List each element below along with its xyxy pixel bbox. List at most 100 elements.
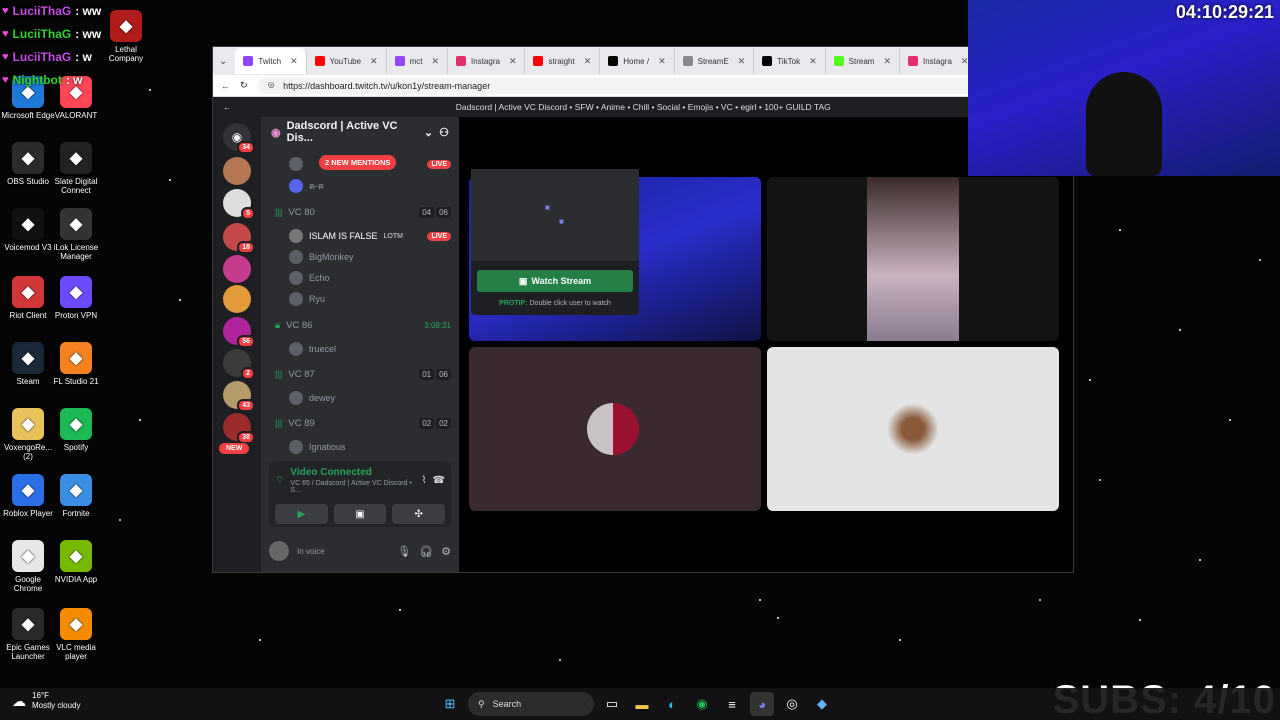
user-avatar[interactable] <box>269 541 289 561</box>
noise-suppression-icon[interactable]: ⌇ <box>422 475 427 486</box>
spotify-icon[interactable]: ◉ <box>690 692 714 716</box>
settings-gear-icon[interactable]: ⚙ <box>441 545 451 558</box>
chevron-down-icon[interactable]: ⌄ <box>424 126 433 139</box>
webcam-overlay: 04:10:29:21 <box>968 0 1280 176</box>
close-tab-icon[interactable]: ✕ <box>658 56 666 67</box>
microphone-icon[interactable]: 🎙︎ <box>397 545 411 558</box>
voice-channel-vc86[interactable]: 🔒︎ VC 86 3:08:31 <box>275 320 451 331</box>
signal-icon[interactable]: ⌔ <box>275 474 284 487</box>
avatar <box>289 250 303 264</box>
channel-name: VC 80 <box>288 207 315 218</box>
search-box[interactable]: ⚲ Search <box>468 692 594 716</box>
new-badge[interactable]: NEW <box>219 443 250 454</box>
member-row[interactable]: ISLAM IS FALSE LOTM LIVE <box>289 229 451 243</box>
close-tab-icon[interactable]: ✕ <box>509 56 517 67</box>
member-row[interactable]: Ryu <box>289 292 451 306</box>
chat-username: LuciiThaG <box>12 27 72 41</box>
close-tab-icon[interactable]: ✕ <box>738 56 746 67</box>
member-row[interactable]: ค-ค <box>289 179 451 193</box>
browser-tab[interactable]: mct ✕ <box>387 48 449 74</box>
video-tile[interactable] <box>767 347 1059 511</box>
screen-share-button[interactable]: ▣ <box>333 504 387 524</box>
app-icon[interactable]: ◆ <box>810 692 834 716</box>
desktop-shortcut[interactable]: ◆ Lethal Company <box>98 10 154 63</box>
back-icon[interactable]: ← <box>221 81 230 91</box>
browser-tab[interactable]: straight ✕ <box>525 48 601 74</box>
tab-list-chevron-icon[interactable]: ⌄ <box>219 56 235 67</box>
obs-icon[interactable]: ◎ <box>780 692 804 716</box>
browser-tab[interactable]: Twitch ✕ <box>235 48 307 74</box>
reload-icon[interactable]: ↻ <box>240 80 248 91</box>
video-tile[interactable] <box>767 177 1059 341</box>
server-icon[interactable] <box>223 285 251 313</box>
close-tab-icon[interactable]: ✕ <box>370 56 378 67</box>
desktop-shortcut[interactable]: ◆ FL Studio 21 <box>48 342 104 386</box>
video-tile[interactable] <box>469 347 761 511</box>
desktop-shortcut[interactable]: ◆ VLC media player <box>48 608 104 661</box>
disconnect-icon[interactable]: ☎ <box>433 475 445 486</box>
browser-tab[interactable]: Home / ✕ <box>600 48 675 74</box>
server-icon[interactable]: 43 <box>223 381 255 412</box>
close-tab-icon[interactable]: ✕ <box>809 56 817 67</box>
edge-icon[interactable]: ◐ <box>660 692 684 716</box>
server-icon[interactable]: 38 <box>223 413 255 444</box>
desktop-shortcut[interactable]: ◆ Proton VPN <box>48 276 104 320</box>
start-icon[interactable]: ⊞ <box>438 692 462 716</box>
add-member-icon[interactable]: ⚇ <box>439 126 449 139</box>
close-tab-icon[interactable]: ✕ <box>883 56 891 67</box>
close-tab-icon[interactable]: ✕ <box>431 56 439 67</box>
live-badge[interactable]: LIVE <box>427 231 451 241</box>
voice-channel-vc89[interactable]: ||| VC 89 02 02 <box>275 418 451 429</box>
desktop-shortcut[interactable]: ◆ Spotify <box>48 408 104 452</box>
close-tab-icon[interactable]: ✕ <box>584 56 592 67</box>
unread-badge: 2 <box>241 367 255 380</box>
site-info-icon[interactable]: ⊜ <box>268 80 276 91</box>
server-header[interactable]: ◉ Dadscord | Active VC Dis... ⌄ ⚇ <box>261 117 459 147</box>
member-row[interactable]: dewey <box>289 391 451 405</box>
avatar <box>289 440 303 454</box>
close-tab-icon[interactable]: ✕ <box>290 56 298 67</box>
discord-avatar <box>289 179 303 193</box>
member-row[interactable]: truecel <box>289 342 451 356</box>
browser-tab[interactable]: TikTok ✕ <box>754 48 826 74</box>
server-icon[interactable] <box>223 255 251 283</box>
camera-button[interactable]: ▶ <box>275 504 328 524</box>
server-icon[interactable]: 18 <box>223 223 255 254</box>
loading-icon: ■ <box>559 217 564 226</box>
discord-icon[interactable]: ◕ <box>750 692 774 716</box>
chat-username: LuciiThaG <box>12 4 72 18</box>
browser-tab[interactable]: Instagra ✕ <box>900 48 978 74</box>
file-explorer-icon[interactable]: ▬ <box>630 692 654 716</box>
voice-channel-vc87[interactable]: ||| VC 87 01 06 <box>275 369 451 380</box>
desktop-shortcut[interactable]: ◆ NVIDIA App <box>48 540 104 584</box>
server-icon[interactable]: 5 <box>223 189 255 220</box>
voice-channel-path[interactable]: VC 65 / Dadscord | Active VC Discord • S… <box>290 480 415 494</box>
browser-tab[interactable]: StreamE ✕ <box>675 48 755 74</box>
new-mentions-pill[interactable]: 2 NEW MENTIONS <box>319 155 397 170</box>
member-row[interactable]: Echo <box>289 271 451 285</box>
chat-message: ♥ LuciiThaG: ww <box>2 23 101 46</box>
server-icon[interactable]: 2 <box>223 349 255 380</box>
url-field[interactable]: ⊜ https://dashboard.twitch.tv/u/kon1y/st… <box>257 77 1015 94</box>
desktop-shortcut[interactable]: ◆ Slate Digital Connect <box>48 142 104 195</box>
desktop-shortcut[interactable]: ◆ Fortnite <box>48 474 104 518</box>
headphones-icon[interactable]: 🎧︎ <box>419 545 433 558</box>
home-icon[interactable]: ◉ 34 <box>223 123 255 154</box>
back-arrow-icon[interactable]: ← <box>223 102 232 112</box>
chat-text: : ww <box>75 27 102 41</box>
activities-button[interactable]: ✣ <box>392 504 446 524</box>
watch-stream-button[interactable]: ▣ Watch Stream <box>477 270 633 292</box>
desktop-shortcut[interactable]: ◆ iLok License Manager <box>48 208 104 261</box>
server-icon[interactable]: 56 <box>223 317 255 348</box>
member-row[interactable]: BigMonkey <box>289 250 451 264</box>
browser-tab[interactable]: YouTube ✕ <box>307 48 387 74</box>
browser-tab[interactable]: Instagra ✕ <box>448 48 526 74</box>
tab-label: Stream <box>848 56 875 66</box>
media-icon[interactable]: ≡ <box>720 692 744 716</box>
member-row[interactable]: Ignatious <box>289 440 451 454</box>
weather-widget[interactable]: ☁ 16°F Mostly cloudy <box>12 691 80 711</box>
task-view-icon[interactable]: ▭ <box>600 692 624 716</box>
browser-tab[interactable]: Stream ✕ <box>826 48 900 74</box>
voice-channel-vc80[interactable]: ||| VC 80 04 06 <box>275 207 451 218</box>
server-icon[interactable] <box>223 157 251 185</box>
